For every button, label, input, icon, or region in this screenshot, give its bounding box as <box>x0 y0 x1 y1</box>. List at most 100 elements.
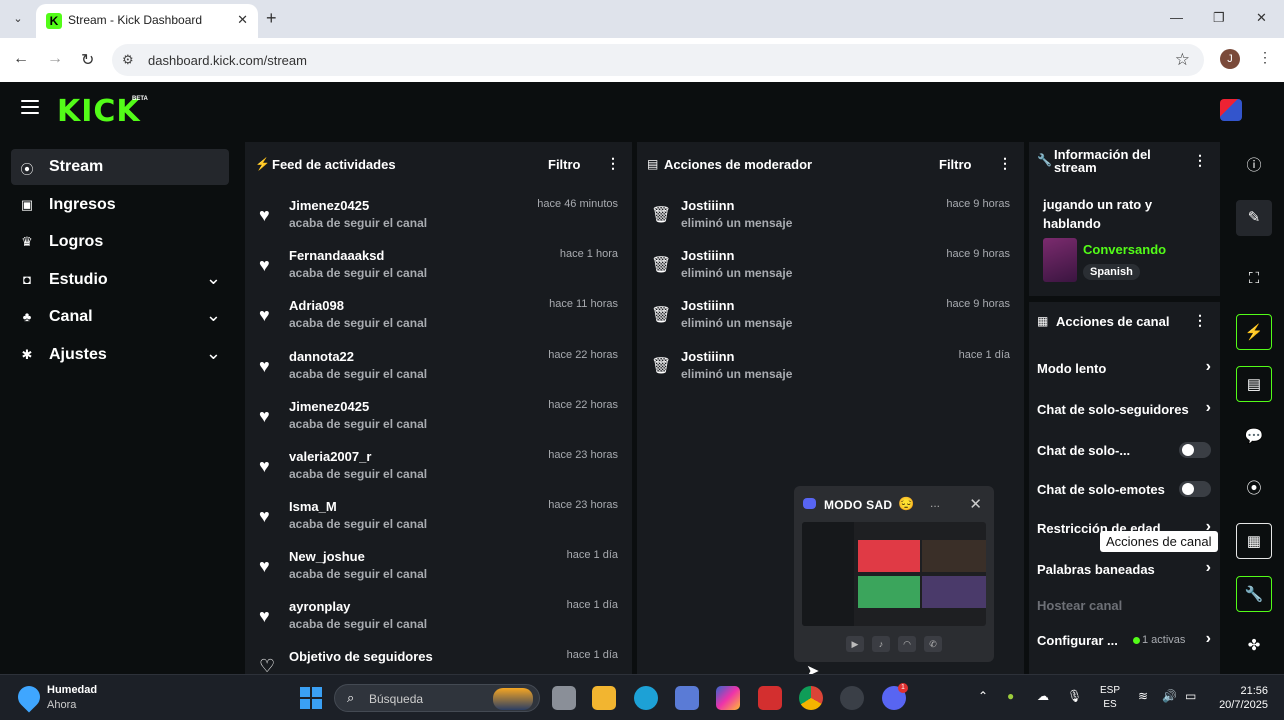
activity-filter-button[interactable]: Filtro <box>548 157 581 172</box>
volume-icon[interactable]: 🔊 <box>1162 689 1177 703</box>
stream-info-options-icon[interactable]: ⋮ <box>1193 152 1207 169</box>
subscribers-only-toggle[interactable] <box>1179 442 1211 458</box>
subscribers-only-row[interactable]: Chat de solo-... <box>1037 441 1211 461</box>
sidebar-item-stream[interactable]: ⦿ Stream <box>11 149 229 185</box>
headphones-icon[interactable]: ◠ <box>898 636 916 652</box>
obs-icon[interactable] <box>840 686 864 710</box>
discord-more-text[interactable]: ... <box>930 496 940 510</box>
beta-badge: BETA <box>132 96 148 102</box>
browser-tab[interactable]: K Stream - Kick Dashboard ✕ <box>36 4 258 38</box>
kick-logo[interactable]: KICK <box>57 94 141 129</box>
channel-actions-options-icon[interactable]: ⋮ <box>1193 312 1207 329</box>
discord-close-icon[interactable]: ✕ <box>969 495 982 513</box>
site-info-icon[interactable]: ⚙ <box>122 52 134 68</box>
forward-icon[interactable]: → <box>47 50 63 68</box>
file-explorer-icon[interactable] <box>592 686 616 710</box>
mod-actions-toggle-icon[interactable]: ▤ <box>1236 366 1272 402</box>
mod-row[interactable]: 🗑 Jostiiinn eliminó un mensaje hace 1 dí… <box>637 344 1024 394</box>
activity-row[interactable]: ♥ Jimenez0425 acaba de seguir el canal h… <box>245 394 632 444</box>
mod-options-icon[interactable]: ⋮ <box>998 155 1012 172</box>
discord-stream-preview[interactable] <box>802 522 986 626</box>
edit-icon[interactable]: ✎ <box>1236 200 1272 236</box>
chevron-right-icon: › <box>1205 399 1211 416</box>
activity-row[interactable]: ♥ New_joshue acaba de seguir el canal ha… <box>245 544 632 594</box>
sidebar-item-ingresos[interactable]: ▣ Ingresos <box>11 187 229 223</box>
activity-user: Fernandaaaksd <box>289 248 385 263</box>
url-text[interactable]: dashboard.kick.com/stream <box>148 53 307 68</box>
activity-row[interactable]: ♥ dannota22 acaba de seguir el canal hac… <box>245 344 632 394</box>
tray-app-icon[interactable]: ● <box>1007 689 1014 703</box>
tab-search-chevron-icon[interactable]: ⌄ <box>6 8 30 30</box>
emotes-only-toggle[interactable] <box>1179 481 1211 497</box>
edge-icon[interactable] <box>634 686 658 710</box>
camera-icon[interactable]: ▶ <box>846 636 864 652</box>
wps-office-icon[interactable] <box>758 686 782 710</box>
sidebar-item-canal[interactable]: ♣ Canal ⌄ <box>11 299 229 335</box>
back-icon[interactable]: ← <box>13 50 29 68</box>
sidebar-item-logros[interactable]: ♛ Logros <box>11 224 229 260</box>
activity-feed-toggle-icon[interactable]: ⚡ <box>1236 314 1272 350</box>
browser-menu-icon[interactable]: ⋮ <box>1258 49 1272 66</box>
followers-only-row[interactable]: Chat de solo-seguidores › <box>1037 399 1211 420</box>
minimize-icon[interactable]: — <box>1170 10 1183 25</box>
bookmark-star-icon[interactable]: ☆ <box>1175 50 1190 70</box>
windows-start-icon[interactable] <box>300 687 322 709</box>
task-view-icon[interactable] <box>552 686 576 710</box>
screen-capture-icon[interactable]: ⛶ <box>1236 261 1272 297</box>
disconnect-icon[interactable]: ✆ <box>924 636 942 652</box>
stream-info-toggle-icon[interactable]: 🔧 <box>1236 576 1272 612</box>
stream-title[interactable]: jugando un rato y hablando <box>1043 195 1193 233</box>
chat-icon[interactable]: 💬 <box>1236 419 1272 455</box>
tray-expand-icon[interactable]: ⌃ <box>978 689 988 703</box>
broadcast-rail-icon[interactable]: ⦿ <box>1236 471 1272 507</box>
taskbar-search[interactable]: ⌕ Búsqueda <box>334 684 540 712</box>
store-icon[interactable] <box>675 686 699 710</box>
weather-title[interactable]: Humedad <box>47 684 97 696</box>
microphone-icon[interactable]: ♪ <box>872 636 890 652</box>
profile-avatar[interactable]: J <box>1220 49 1240 69</box>
system-clock[interactable]: 21:56 20/7/2025 <box>1212 684 1268 712</box>
chrome-icon[interactable] <box>799 686 823 710</box>
sidebar-item-estudio[interactable]: ◘ Estudio ⌄ <box>11 262 229 298</box>
input-language[interactable]: ESP ES <box>1100 684 1120 712</box>
channel-action-label: Chat de solo-seguidores <box>1037 402 1189 417</box>
tray-cloud-icon[interactable]: ☁ <box>1037 689 1049 703</box>
address-bar[interactable]: ⚙ dashboard.kick.com/stream ☆ <box>112 44 1204 76</box>
activity-row[interactable]: ♥ Fernandaaaksd acaba de seguir el canal… <box>245 243 632 293</box>
mod-row[interactable]: 🗑 Jostiiinn eliminó un mensaje hace 9 ho… <box>637 193 1024 243</box>
discord-channel-title: MODO SAD <box>824 498 893 512</box>
activity-row[interactable]: ♥ valeria2007_r acaba de seguir el canal… <box>245 444 632 494</box>
activity-options-icon[interactable]: ⋮ <box>606 155 620 172</box>
hamburger-menu-icon[interactable] <box>21 100 39 114</box>
copilot-icon[interactable] <box>716 686 740 710</box>
discord-call-popup[interactable]: MODO SAD 😔 ... ✕ ▶ ♪ ◠ ✆ <box>794 486 994 662</box>
activity-row[interactable]: ♥ Jimenez0425 acaba de seguir el canal h… <box>245 193 632 243</box>
maximize-icon[interactable]: ❐ <box>1213 10 1225 26</box>
sidebar-item-ajustes[interactable]: ✱ Ajustes ⌄ <box>11 337 229 373</box>
tray-mic-icon[interactable]: 🎙 <box>1067 689 1082 703</box>
new-tab-icon[interactable]: + <box>266 8 277 29</box>
weather-drop-icon[interactable] <box>13 681 45 713</box>
channel-action-label: Hostear canal <box>1037 598 1123 613</box>
info-icon[interactable]: ⓘ <box>1236 148 1272 184</box>
more-widgets-icon[interactable]: ✤ <box>1236 628 1272 664</box>
tab-close-icon[interactable]: ✕ <box>237 12 248 28</box>
emotes-only-row[interactable]: Chat de solo-emotes <box>1037 480 1211 500</box>
user-avatar[interactable] <box>1220 99 1242 121</box>
activity-row[interactable]: ♥ ayronplay acaba de seguir el canal hac… <box>245 594 632 644</box>
mod-row[interactable]: 🗑 Jostiiinn eliminó un mensaje hace 9 ho… <box>637 293 1024 343</box>
mod-row[interactable]: 🗑 Jostiiinn eliminó un mensaje hace 9 ho… <box>637 243 1024 293</box>
activity-row[interactable]: ♥ Isma_M acaba de seguir el canal hace 2… <box>245 494 632 544</box>
configure-row[interactable]: Configurar ... 1 activas › <box>1037 630 1211 651</box>
battery-icon[interactable]: ▭ <box>1185 689 1196 703</box>
channel-actions-toggle-icon[interactable]: ▦ <box>1236 523 1272 559</box>
wifi-icon[interactable]: ≋ <box>1138 689 1148 703</box>
trash-icon: 🗑 <box>651 257 672 274</box>
reload-icon[interactable]: ↻ <box>81 50 94 70</box>
activity-row[interactable]: ♥ Adria098 acaba de seguir el canal hace… <box>245 293 632 343</box>
category-name[interactable]: Conversando <box>1083 242 1166 257</box>
window-close-icon[interactable]: ✕ <box>1256 10 1267 26</box>
slow-mode-row[interactable]: Modo lento › <box>1037 358 1211 379</box>
banned-words-row[interactable]: Palabras baneadas › <box>1037 559 1211 580</box>
mod-filter-button[interactable]: Filtro <box>939 157 972 172</box>
